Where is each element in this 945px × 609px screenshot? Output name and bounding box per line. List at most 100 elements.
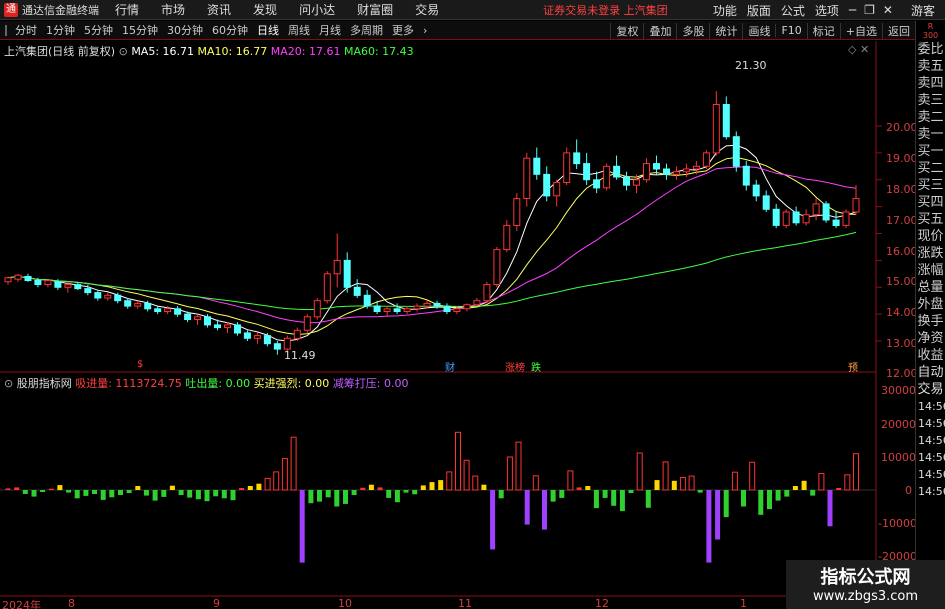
tab-1min[interactable]: 1分钟	[46, 22, 75, 38]
legend-controls[interactable]: ◇ ✕	[848, 43, 869, 56]
stats-button[interactable]: 统计	[709, 22, 742, 39]
tick-time: 14:56	[918, 400, 945, 413]
menu-layout[interactable]: 版面	[747, 2, 771, 19]
indicator-bar	[775, 490, 781, 501]
tab-multi-period[interactable]: 多周期	[350, 22, 383, 38]
indicator-bar	[403, 490, 409, 493]
tab-15min[interactable]: 15分钟	[122, 22, 158, 38]
menu-discover[interactable]: 发现	[253, 1, 277, 18]
kline-chart[interactable]	[0, 41, 915, 609]
indicator-bar	[213, 490, 219, 497]
minimize-icon[interactable]: ─	[849, 3, 856, 17]
close-icon[interactable]: ✕	[883, 3, 893, 17]
candle	[154, 308, 162, 312]
panel-item: 卖二	[917, 110, 944, 125]
tab-intraday[interactable]: 分时	[15, 22, 37, 38]
indicator-bar	[784, 490, 790, 497]
event-marker[interactable]: 涨榜	[505, 359, 525, 374]
inflow-bar	[264, 477, 271, 491]
low-annotation: 11.49	[284, 349, 316, 362]
indicator-bar	[48, 488, 54, 490]
tab-weekly[interactable]: 周线	[288, 22, 310, 38]
ma20-label: MA20: 17.61	[270, 45, 341, 58]
menu-ask[interactable]: 问小达	[299, 1, 335, 18]
indicator-bar	[481, 484, 487, 490]
tab-60min[interactable]: 60分钟	[212, 22, 248, 38]
auto-trade-item[interactable]: 自动	[916, 364, 945, 381]
inflow-bar	[731, 471, 738, 491]
auto-trade-item[interactable]: 交易	[916, 381, 945, 398]
login-status[interactable]: 证券交易未登录 上汽集团	[543, 2, 668, 18]
tab-more[interactable]: 更多	[392, 22, 414, 38]
tab-5min[interactable]: 5分钟	[84, 22, 113, 38]
panel-item: 换手	[917, 314, 944, 329]
indicator-bar	[152, 490, 158, 501]
panel-item: 委比	[917, 42, 944, 57]
candle	[214, 324, 221, 329]
tab-monthly[interactable]: 月线	[319, 22, 341, 38]
indicator-bar	[368, 484, 374, 490]
menu-market[interactable]: 市场	[161, 1, 185, 18]
candle	[712, 104, 720, 154]
candle	[393, 308, 401, 312]
indicator-bar	[126, 490, 132, 493]
candle	[742, 165, 750, 186]
indicator-bar	[74, 490, 80, 499]
event-marker[interactable]: 跌	[531, 359, 541, 374]
multi-stock-button[interactable]: 多股	[676, 22, 709, 39]
f10-button[interactable]: F10	[775, 24, 806, 37]
add-watchlist-button[interactable]: +自选	[839, 22, 882, 39]
guest-label[interactable]: 游客	[911, 2, 935, 19]
panel-top-num: 300	[922, 31, 939, 40]
indicator-bar	[559, 490, 565, 498]
indicator-bar	[801, 480, 807, 490]
candle	[64, 284, 72, 288]
indicator-bar	[394, 490, 400, 503]
indicator-dropdown-icon[interactable]: ⊙	[4, 377, 13, 390]
candle	[692, 165, 700, 170]
menu-options[interactable]: 选项	[815, 2, 839, 19]
menu-trade[interactable]: 交易	[415, 1, 439, 18]
indicator-bar	[628, 490, 634, 493]
close-panel-icon[interactable]: ✕	[860, 43, 869, 56]
inflow-bar	[662, 461, 669, 491]
event-marker[interactable]: $	[137, 359, 143, 370]
indicator-bar	[40, 490, 46, 492]
legend-dropdown-icon[interactable]: ⊙	[119, 45, 128, 58]
date-tick: 9	[213, 597, 220, 609]
candle	[4, 277, 12, 283]
indicator-bar	[524, 490, 530, 525]
candle	[493, 249, 501, 286]
back-button[interactable]: 返回	[882, 22, 915, 39]
menu-wealth-circle[interactable]: 财富圈	[357, 1, 393, 18]
date-tick: 10	[338, 597, 352, 609]
menu-formula[interactable]: 公式	[781, 2, 805, 19]
restore-icon[interactable]: ❐	[864, 3, 875, 17]
menu-news[interactable]: 资讯	[207, 1, 231, 18]
overlay-button[interactable]: 叠加	[643, 22, 676, 39]
chart-area[interactable]: 上汽集团(日线 前复权) ⊙ MA5: 16.71 MA10: 16.77 MA…	[0, 41, 918, 609]
candle	[702, 152, 710, 167]
candle	[164, 308, 172, 312]
indicator-bar	[14, 487, 20, 490]
inflow-bar	[515, 441, 522, 491]
mark-button[interactable]: 标记	[806, 22, 840, 39]
indicator-bar	[645, 490, 651, 508]
candle	[842, 211, 850, 226]
candle	[423, 302, 431, 307]
tab-daily[interactable]: 日线	[257, 22, 279, 38]
candle	[313, 300, 321, 318]
date-tick: 11	[458, 597, 472, 609]
event-marker[interactable]: 财	[445, 359, 455, 374]
indicator-bar	[351, 490, 357, 495]
more-chevron-icon[interactable]: ›	[423, 24, 427, 37]
panel-item: 卖一	[917, 127, 944, 142]
panel-item: 卖五	[917, 59, 944, 74]
adjust-button[interactable]: 复权	[610, 22, 643, 39]
tab-30min[interactable]: 30分钟	[167, 22, 203, 38]
settings-icon[interactable]: ◇	[848, 43, 856, 56]
menu-function[interactable]: 功能	[713, 2, 737, 19]
event-marker[interactable]: 预	[848, 359, 858, 374]
draw-button[interactable]: 画线	[742, 22, 775, 39]
menu-quotes[interactable]: 行情	[115, 1, 139, 18]
